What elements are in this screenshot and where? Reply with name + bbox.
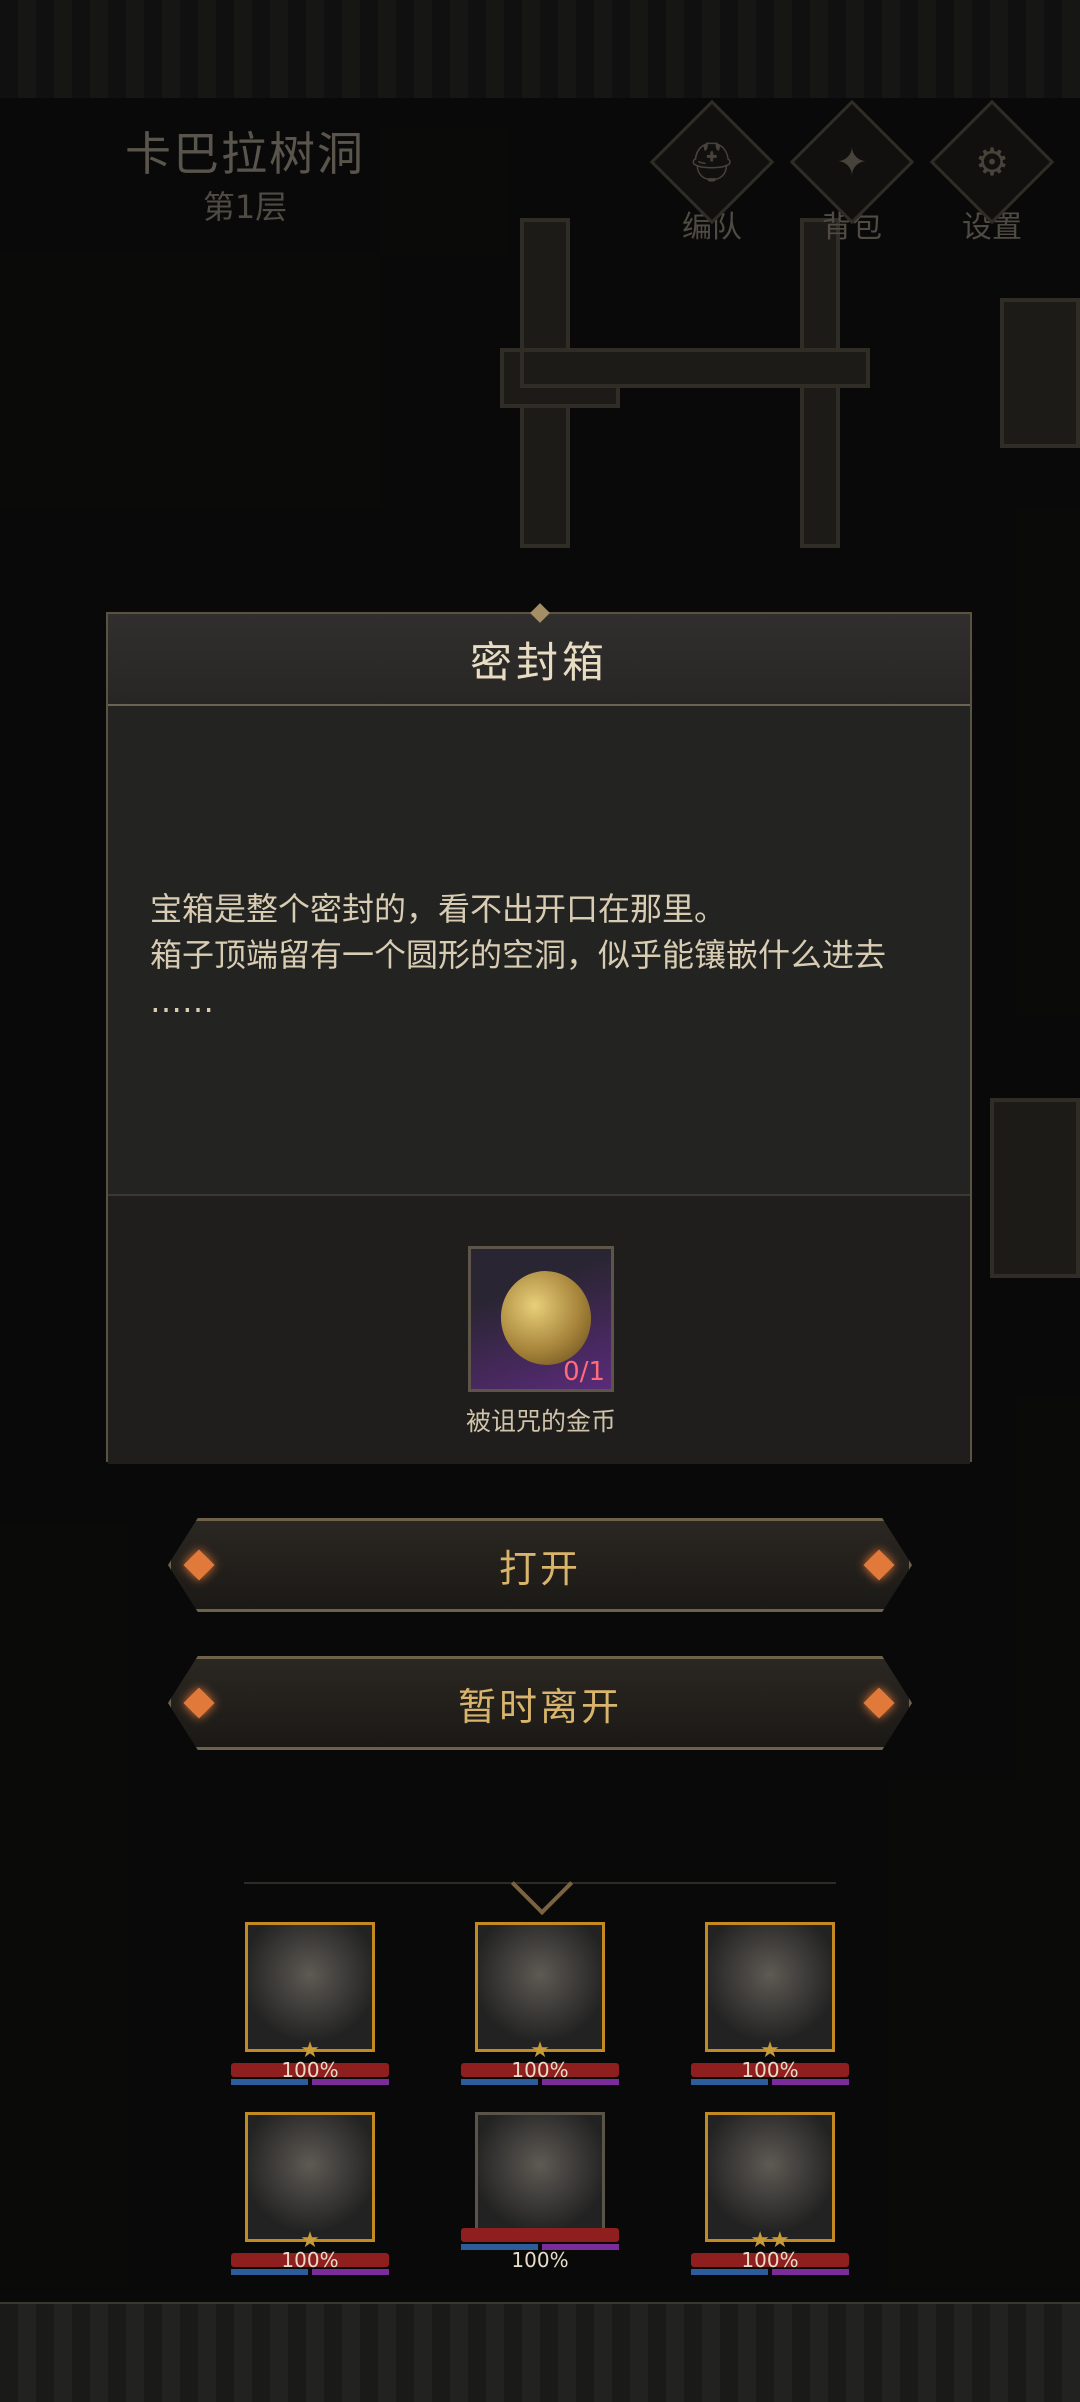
hero-portrait bbox=[475, 2112, 605, 2242]
item-count: 0/1 bbox=[563, 1357, 605, 1387]
dialog-header: 密封箱 bbox=[108, 614, 970, 706]
hp-percent: 100% bbox=[511, 2058, 569, 2082]
required-item-slot[interactable]: 0/1 bbox=[468, 1246, 614, 1392]
hero-portrait bbox=[245, 1922, 375, 2052]
cursed-coin-icon bbox=[493, 1263, 599, 1373]
bottom-frame-border bbox=[0, 2302, 1080, 2402]
hp-percent: 100% bbox=[281, 2058, 339, 2082]
leave-button[interactable]: 暂时离开 bbox=[168, 1656, 912, 1750]
open-button-label: 打开 bbox=[498, 1546, 581, 1591]
description-line: 箱子顶端留有一个圆形的空洞，似乎能镶嵌什么进去 bbox=[150, 936, 887, 974]
description-line: 宝箱是整个密封的，看不出开口在那里。 bbox=[150, 890, 727, 928]
hero-portrait bbox=[475, 1922, 605, 2052]
hero-portrait bbox=[705, 2112, 835, 2242]
party-member[interactable]: ★ 100% bbox=[685, 1922, 855, 2085]
party-member[interactable]: ★ 100% bbox=[225, 1922, 395, 2085]
hp-percent: 100% bbox=[741, 2058, 799, 2082]
hero-portrait bbox=[705, 1922, 835, 2052]
party-member[interactable]: 100% bbox=[455, 2112, 625, 2272]
dialog-body: 宝箱是整个密封的，看不出开口在那里。 箱子顶端留有一个圆形的空洞，似乎能镶嵌什么… bbox=[108, 706, 970, 1196]
hp-percent: 100% bbox=[741, 2248, 799, 2272]
description-line: …… bbox=[150, 982, 214, 1020]
sealed-chest-dialog: 密封箱 宝箱是整个密封的，看不出开口在那里。 箱子顶端留有一个圆形的空洞，似乎能… bbox=[106, 603, 972, 1464]
dialog-description: 宝箱是整个密封的，看不出开口在那里。 箱子顶端留有一个圆形的空洞，似乎能镶嵌什么… bbox=[150, 886, 940, 1024]
open-button[interactable]: 打开 bbox=[168, 1518, 912, 1612]
item-name: 被诅咒的金币 bbox=[465, 1407, 616, 1436]
hp-percent: 100% bbox=[281, 2248, 339, 2272]
dialog-title: 密封箱 bbox=[469, 637, 608, 687]
party-member[interactable]: ★ 100% bbox=[225, 2112, 395, 2275]
hero-portrait bbox=[245, 2112, 375, 2242]
hp-percent: 100% bbox=[511, 2248, 569, 2272]
hp-bar bbox=[461, 2228, 619, 2242]
leave-button-label: 暂时离开 bbox=[457, 1684, 622, 1729]
party-member[interactable]: ★★ 100% bbox=[685, 2112, 855, 2275]
party-member[interactable]: ★ 100% bbox=[455, 1922, 625, 2085]
required-item-area: 0/1 被诅咒的金币 bbox=[108, 1196, 970, 1464]
